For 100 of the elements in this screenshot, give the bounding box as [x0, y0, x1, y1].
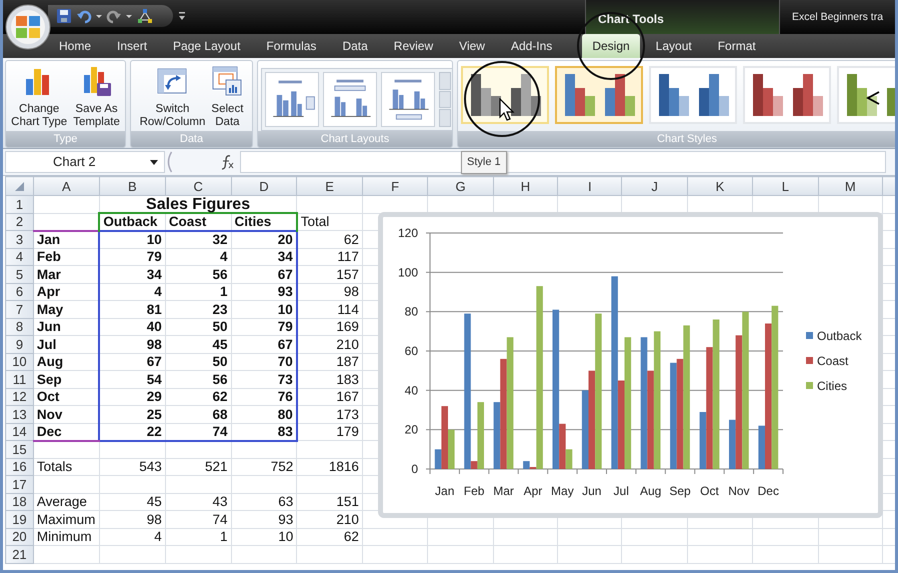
- row-header[interactable]: 13: [6, 406, 34, 423]
- column-header[interactable]: M: [818, 176, 882, 196]
- table-cell: 4: [165, 248, 232, 266]
- table-cell: 157: [296, 266, 362, 283]
- ribbon-tab[interactable]: Review: [384, 34, 444, 58]
- row-header[interactable]: 17: [6, 476, 34, 493]
- table-cell: 34: [99, 266, 166, 283]
- ribbon-tab[interactable]: Format: [708, 34, 766, 58]
- ribbon-tab[interactable]: Page Layout: [163, 34, 250, 58]
- ribbon-tab[interactable]: Formulas: [256, 34, 326, 58]
- table-cell: 79: [231, 318, 297, 336]
- row-header[interactable]: 1: [6, 196, 34, 213]
- ribbon-tab[interactable]: Insert: [107, 34, 158, 58]
- ribbon-tab[interactable]: Design: [582, 34, 640, 58]
- table-cell: 62: [165, 388, 232, 406]
- row-header[interactable]: 20: [6, 528, 34, 546]
- table-cell: 56: [165, 370, 232, 388]
- axis-label: 60: [404, 344, 418, 358]
- table-cell: 79: [99, 248, 166, 266]
- row-header[interactable]: 9: [6, 336, 34, 353]
- column-header[interactable]: I: [558, 176, 622, 196]
- column-heading: Cities: [231, 213, 297, 230]
- row-header[interactable]: 3: [6, 230, 34, 248]
- axis-label: Apr: [524, 484, 542, 498]
- table-cell: 98: [99, 510, 166, 528]
- column-header[interactable]: C: [165, 176, 232, 196]
- row-label: Feb: [33, 248, 100, 266]
- column-header[interactable]: L: [752, 176, 818, 196]
- axis-label: 80: [404, 304, 418, 319]
- table-cell: 45: [99, 493, 166, 510]
- axis-label: Aug: [640, 484, 662, 498]
- table-cell: 81: [99, 300, 166, 318]
- ribbon-button[interactable]: Switch Row/Column: [138, 65, 206, 129]
- table-cell: 80: [231, 406, 297, 423]
- axis-label: Feb: [464, 484, 484, 498]
- row-header[interactable]: 8: [6, 318, 34, 336]
- table-cell: 210: [296, 336, 362, 353]
- ribbon-button[interactable]: Save As Template: [72, 65, 121, 129]
- row-header[interactable]: 21: [6, 546, 34, 563]
- table-cell: 73: [231, 370, 297, 388]
- table-cell: 173: [296, 406, 362, 423]
- row-header[interactable]: 15: [6, 440, 34, 458]
- table-cell: 45: [165, 336, 232, 353]
- row-header[interactable]: 10: [6, 353, 34, 370]
- axis-label: 40: [404, 383, 418, 398]
- table-cell: 29: [99, 388, 166, 406]
- row-header[interactable]: 11: [6, 370, 34, 388]
- table-cell: 183: [296, 370, 362, 388]
- row-header[interactable]: 14: [6, 423, 34, 440]
- column-header[interactable]: F: [362, 176, 428, 196]
- table-cell: 54: [99, 370, 166, 388]
- ribbon-tab[interactable]: View: [449, 34, 495, 58]
- row-label: Maximum: [33, 510, 100, 528]
- table-cell: 1816: [296, 458, 362, 476]
- table-cell: 43: [165, 493, 232, 510]
- axis-label: Nov: [728, 484, 750, 498]
- row-header[interactable]: 6: [6, 283, 34, 300]
- row-label: Jan: [33, 230, 100, 248]
- row-header[interactable]: 16: [6, 458, 34, 476]
- column-header[interactable]: J: [622, 176, 688, 196]
- table-cell: 23: [165, 300, 232, 318]
- table-cell: 151: [296, 493, 362, 510]
- axis-label: Oct: [700, 484, 719, 498]
- column-header[interactable]: E: [296, 176, 362, 196]
- column-header[interactable]: A: [33, 176, 100, 196]
- column-header[interactable]: D: [231, 176, 297, 196]
- axis-label: 100: [398, 265, 418, 280]
- table-cell: 93: [231, 510, 297, 528]
- table-cell: 67: [231, 336, 297, 353]
- table-cell: 543: [99, 458, 166, 476]
- axis-label: Sep: [669, 484, 691, 498]
- row-label: Totals: [33, 458, 100, 476]
- column-header[interactable]: K: [687, 176, 753, 196]
- table-cell: 10: [99, 230, 166, 248]
- row-header[interactable]: 4: [6, 248, 34, 266]
- ribbon-button[interactable]: Change Chart Type: [10, 65, 68, 129]
- column-header[interactable]: B: [99, 176, 166, 196]
- table-cell: 67: [231, 266, 297, 283]
- row-header[interactable]: 12: [6, 388, 34, 406]
- ribbon-tab[interactable]: Home: [49, 34, 102, 58]
- table-cell: 10: [231, 300, 297, 318]
- table-cell: 10: [231, 528, 297, 546]
- table-cell: 63: [231, 493, 297, 510]
- axis-label: Mar: [493, 484, 514, 498]
- row-header[interactable]: 7: [6, 300, 34, 318]
- row-header[interactable]: 19: [6, 510, 34, 528]
- row-label: Minimum: [33, 528, 100, 546]
- name-box[interactable]: Chart 2: [5, 151, 165, 173]
- ribbon-tab[interactable]: Layout: [646, 34, 702, 58]
- ribbon-button[interactable]: Select Data: [210, 65, 244, 129]
- axis-label: Jan: [435, 484, 454, 498]
- ribbon-tab[interactable]: Add-Ins: [500, 34, 562, 58]
- ribbon-tab[interactable]: Data: [332, 34, 378, 58]
- row-header[interactable]: 5: [6, 266, 34, 283]
- row-header[interactable]: 18: [6, 493, 34, 510]
- column-header[interactable]: H: [493, 176, 558, 196]
- table-cell: 34: [231, 248, 297, 266]
- row-header[interactable]: 2: [6, 213, 34, 230]
- table-cell: 98: [99, 336, 166, 353]
- column-header[interactable]: G: [428, 176, 494, 196]
